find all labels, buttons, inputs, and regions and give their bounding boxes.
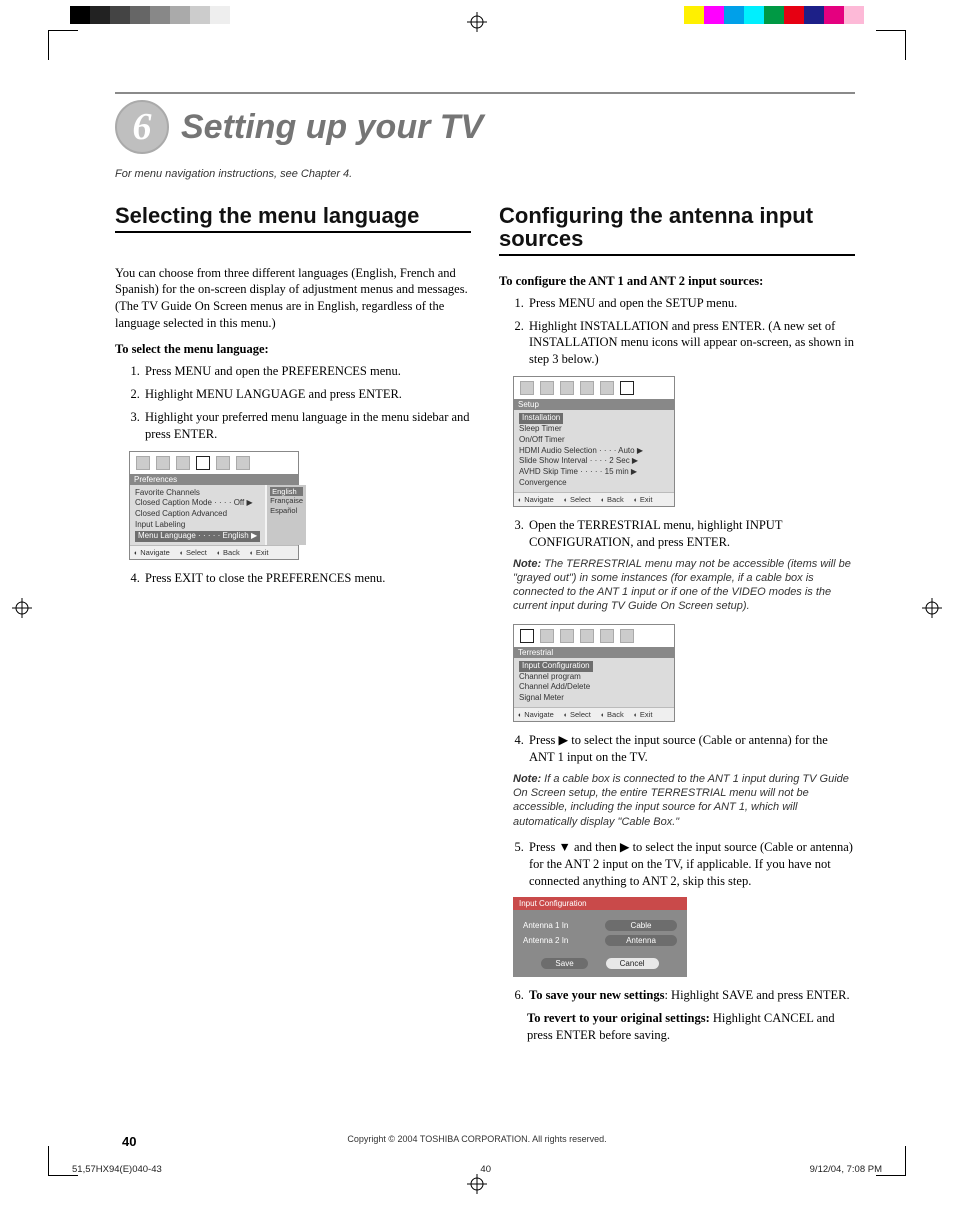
- section-title-antenna: Configuring the antenna input sources: [499, 204, 855, 250]
- input-configuration-screenshot: Input Configuration Antenna 1 In Cable A…: [513, 897, 687, 977]
- crop-mark: [48, 30, 78, 60]
- crop-mark: [876, 30, 906, 60]
- step-item: Press MENU and open the SETUP menu.: [527, 295, 855, 312]
- copyright: Copyright © 2004 TOSHIBA CORPORATION. Al…: [0, 1134, 954, 1144]
- preferences-menu-screenshot: Preferences Favorite Channels Closed Cap…: [129, 451, 299, 560]
- step-item: Highlight MENU LANGUAGE and press ENTER.: [143, 386, 471, 403]
- howto-heading: To select the menu language:: [115, 342, 471, 357]
- registration-mark-icon: [922, 598, 942, 618]
- chapter-badge: 6: [115, 100, 169, 154]
- nav-note: For menu navigation instructions, see Ch…: [115, 168, 855, 180]
- divider: [499, 254, 855, 256]
- step-item: Open the TERRESTRIAL menu, highlight INP…: [527, 517, 855, 551]
- setup-menu-screenshot: Setup Installation Sleep Timer On/Off Ti…: [513, 376, 675, 507]
- divider: [115, 92, 855, 94]
- step-item: Press EXIT to close the PREFERENCES menu…: [143, 570, 471, 587]
- divider: [115, 231, 471, 233]
- step-item: Press MENU and open the PREFERENCES menu…: [143, 363, 471, 380]
- chapter-title: Setting up your TV: [181, 108, 483, 147]
- step-item: Highlight INSTALLATION and press ENTER. …: [527, 318, 855, 369]
- step-item: Press ▶ to select the input source (Cabl…: [527, 732, 855, 766]
- revert-text: To revert to your original settings: Hig…: [527, 1010, 855, 1044]
- section-title-language: Selecting the menu language: [115, 204, 471, 227]
- chapter-number: 6: [133, 105, 152, 149]
- print-footer: 51,57HX94(E)040-43 40 9/12/04, 7:08 PM: [72, 1164, 882, 1175]
- color-bar-grayscale: [70, 6, 270, 24]
- step-item: To save your new settings: Highlight SAV…: [527, 987, 855, 1004]
- registration-mark-icon: [467, 1174, 487, 1194]
- note-block: Note: The TERRESTRIAL menu may not be ac…: [513, 557, 855, 614]
- note-block: Note: If a cable box is connected to the…: [513, 772, 855, 829]
- intro-text: You can choose from three different lang…: [115, 265, 471, 333]
- step-item: Highlight your preferred menu language i…: [143, 409, 471, 443]
- registration-mark-icon: [467, 12, 487, 32]
- step-item: Press ▼ and then ▶ to select the input s…: [527, 839, 855, 890]
- color-bar-cmyk: [684, 6, 884, 24]
- howto-heading: To configure the ANT 1 and ANT 2 input s…: [499, 274, 855, 289]
- ui-tab-label: Preferences: [130, 474, 298, 485]
- registration-mark-icon: [12, 598, 32, 618]
- terrestrial-menu-screenshot: Terrestrial Input Configuration Channel …: [513, 624, 675, 722]
